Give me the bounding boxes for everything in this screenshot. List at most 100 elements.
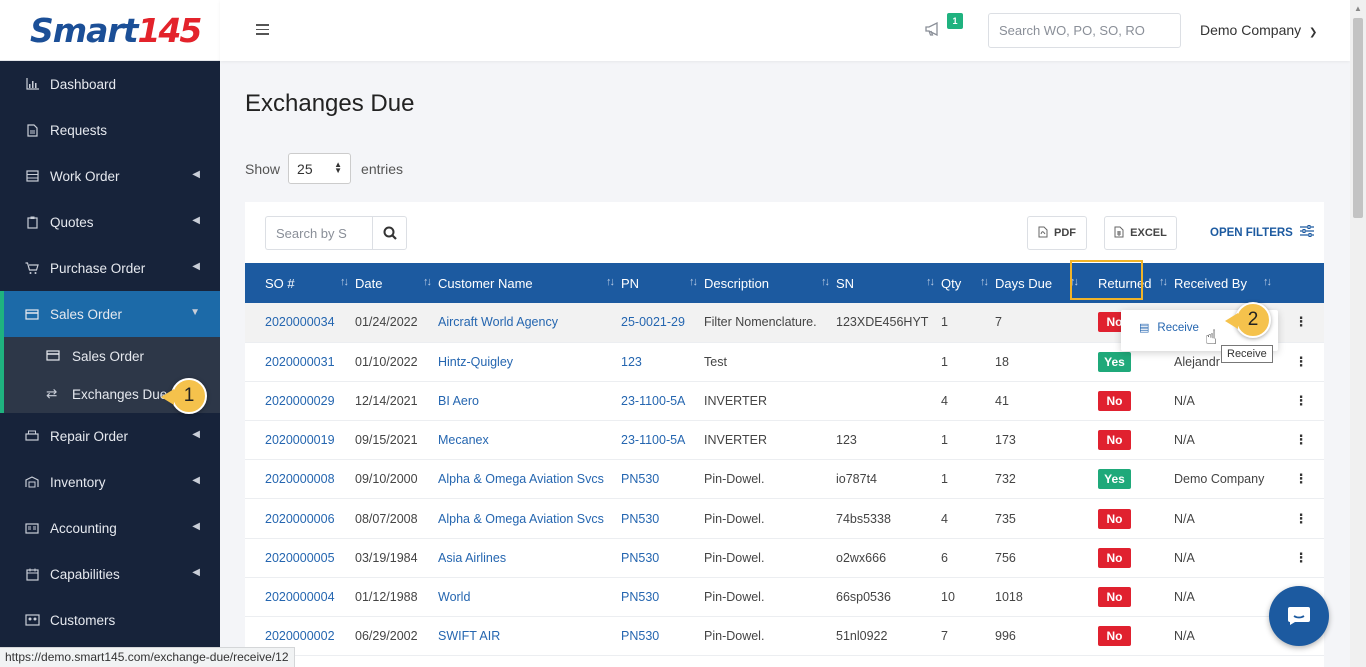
- sidebar-item-purchase-order[interactable]: Purchase Order ◀: [0, 245, 220, 291]
- scrollbar-thumb[interactable]: [1353, 18, 1363, 218]
- returned-badge: Yes: [1098, 469, 1131, 490]
- description-cell: Pin-Dowel.: [704, 550, 765, 565]
- days-due-cell: 18: [995, 354, 1009, 369]
- so-link[interactable]: 2020000002: [265, 629, 335, 643]
- sidebar-item-dashboard[interactable]: Dashboard: [0, 61, 220, 107]
- customer-link[interactable]: Aircraft World Agency: [438, 315, 558, 329]
- qty-cell: 4: [941, 393, 948, 408]
- chat-button[interactable]: [1269, 586, 1329, 646]
- col-header-so[interactable]: SO # ↑↓: [245, 263, 355, 303]
- sidebar-item-inventory[interactable]: Inventory ◀: [0, 459, 220, 505]
- sn-cell: io787t4: [836, 472, 878, 487]
- days-due-cell: 173: [995, 433, 1016, 448]
- sidebar: Smart 145 Dashboard Requests Work Order …: [0, 0, 220, 667]
- pdf-export-button[interactable]: PDF: [1027, 216, 1087, 250]
- entries-select[interactable]: 25 ▲ ▼: [288, 153, 352, 184]
- pn-link[interactable]: 123: [621, 355, 642, 369]
- qty-cell: 10: [941, 589, 955, 604]
- qty-cell: 1: [941, 433, 948, 448]
- pn-link[interactable]: PN530: [621, 629, 659, 643]
- company-dropdown[interactable]: Demo Company ❯: [1200, 22, 1317, 38]
- chevron-left-icon: ◀: [192, 261, 200, 272]
- customer-link[interactable]: Alpha & Omega Aviation Svcs: [438, 512, 604, 526]
- row-actions-kebab-icon[interactable]: ⋮: [1278, 342, 1324, 381]
- so-link[interactable]: 2020000031: [265, 355, 335, 369]
- sidebar-item-quotes[interactable]: Quotes ◀: [0, 199, 220, 245]
- customer-link[interactable]: SWIFT AIR: [438, 629, 500, 643]
- excel-export-button[interactable]: EXCEL: [1104, 216, 1177, 250]
- row-actions-kebab-icon[interactable]: ⋮: [1278, 538, 1324, 577]
- qty-cell: 4: [941, 511, 948, 526]
- row-actions-kebab-icon[interactable]: ⋮: [1278, 381, 1324, 420]
- sidebar-subitem-sales-order[interactable]: Sales Order: [0, 337, 220, 375]
- col-header-pn[interactable]: PN ↑↓: [621, 263, 704, 303]
- so-link[interactable]: 2020000034: [265, 315, 335, 329]
- returned-badge: No: [1098, 586, 1131, 607]
- col-header-qty[interactable]: Qty ↑↓: [941, 263, 995, 303]
- table-search-input[interactable]: [265, 216, 373, 250]
- sidebar-item-accounting[interactable]: Accounting ◀: [0, 505, 220, 551]
- qty-cell: 6: [941, 550, 948, 565]
- pn-link[interactable]: 23-1100-5A: [621, 433, 685, 447]
- so-link[interactable]: 2020000029: [265, 394, 335, 408]
- customer-link[interactable]: Mecanex: [438, 433, 489, 447]
- chevron-left-icon: ◀: [192, 475, 200, 486]
- row-actions-kebab-icon[interactable]: ⋮: [1278, 421, 1324, 460]
- col-header-received-by[interactable]: Received By ↑↓: [1174, 263, 1278, 303]
- pn-link[interactable]: PN530: [621, 512, 659, 526]
- customer-link[interactable]: Alpha & Omega Aviation Svcs: [438, 472, 604, 486]
- open-filters-button[interactable]: OPEN FILTERS: [1210, 225, 1314, 240]
- sidebar-item-sales-order[interactable]: Sales Order ▼: [0, 291, 220, 337]
- logo[interactable]: Smart 145: [0, 0, 220, 61]
- row-actions-kebab-icon[interactable]: ⋮: [1278, 303, 1324, 342]
- col-header-days-due[interactable]: Days Due ↑↓: [995, 263, 1085, 303]
- pn-link[interactable]: 25-0021-29: [621, 315, 685, 329]
- pn-link[interactable]: PN530: [621, 551, 659, 565]
- hamburger-menu-icon[interactable]: [256, 24, 269, 38]
- chevron-left-icon: ◀: [192, 429, 200, 440]
- scroll-up-icon[interactable]: ▲: [1354, 4, 1362, 13]
- page-scrollbar[interactable]: ▲: [1350, 0, 1366, 667]
- chevron-left-icon: ◀: [192, 521, 200, 532]
- row-actions-kebab-icon[interactable]: ⋮: [1278, 499, 1324, 538]
- so-link[interactable]: 2020000019: [265, 433, 335, 447]
- chat-icon: [1288, 607, 1310, 625]
- so-link[interactable]: 2020000008: [265, 472, 335, 486]
- qty-cell: 1: [941, 354, 948, 369]
- customer-link[interactable]: World: [438, 590, 470, 604]
- returned-badge: No: [1098, 547, 1131, 568]
- col-header-date[interactable]: Date ↑↓: [355, 263, 438, 303]
- sidebar-item-customers[interactable]: Customers: [0, 597, 220, 643]
- col-header-description[interactable]: Description ↑↓: [704, 263, 836, 303]
- sidebar-item-repair-order[interactable]: Repair Order ◀: [0, 413, 220, 459]
- customer-link[interactable]: Asia Airlines: [438, 551, 506, 565]
- pn-link[interactable]: PN530: [621, 472, 659, 486]
- sidebar-item-label: Repair Order: [50, 428, 129, 444]
- sidebar-item-requests[interactable]: Requests: [0, 107, 220, 153]
- pn-link[interactable]: 23-1100-5A: [621, 394, 685, 408]
- date-cell: 01/10/2022: [355, 354, 418, 369]
- sidebar-item-capabilities[interactable]: Capabilities ◀: [0, 551, 220, 597]
- pn-link[interactable]: PN530: [621, 590, 659, 604]
- list-box-icon: [24, 169, 40, 183]
- global-search-input[interactable]: [988, 13, 1181, 48]
- sidebar-item-work-order[interactable]: Work Order ◀: [0, 153, 220, 199]
- returned-badge: No: [1098, 508, 1131, 529]
- so-link[interactable]: 2020000006: [265, 512, 335, 526]
- clipboard-icon: [24, 215, 40, 229]
- receive-menu-item[interactable]: ▤ Receive: [1139, 321, 1199, 335]
- customer-link[interactable]: Hintz-Quigley: [438, 355, 513, 369]
- col-header-actions: [1278, 263, 1324, 303]
- customer-link[interactable]: BI Aero: [438, 394, 479, 408]
- entries-length-control: Show 25 ▲ ▼ entries: [245, 153, 403, 184]
- row-actions-kebab-icon[interactable]: ⋮: [1278, 460, 1324, 499]
- megaphone-icon[interactable]: [925, 21, 943, 39]
- col-header-customer-name[interactable]: Customer Name ↑↓: [438, 263, 621, 303]
- so-link[interactable]: 2020000005: [265, 551, 335, 565]
- table-search-button[interactable]: [372, 216, 407, 250]
- col-header-sn[interactable]: SN ↑↓: [836, 263, 941, 303]
- col-header-returned[interactable]: Returned ↑↓: [1085, 263, 1174, 303]
- so-link[interactable]: 2020000004: [265, 590, 335, 604]
- document-icon: [24, 123, 40, 137]
- sidebar-item-label: Quotes: [50, 214, 94, 230]
